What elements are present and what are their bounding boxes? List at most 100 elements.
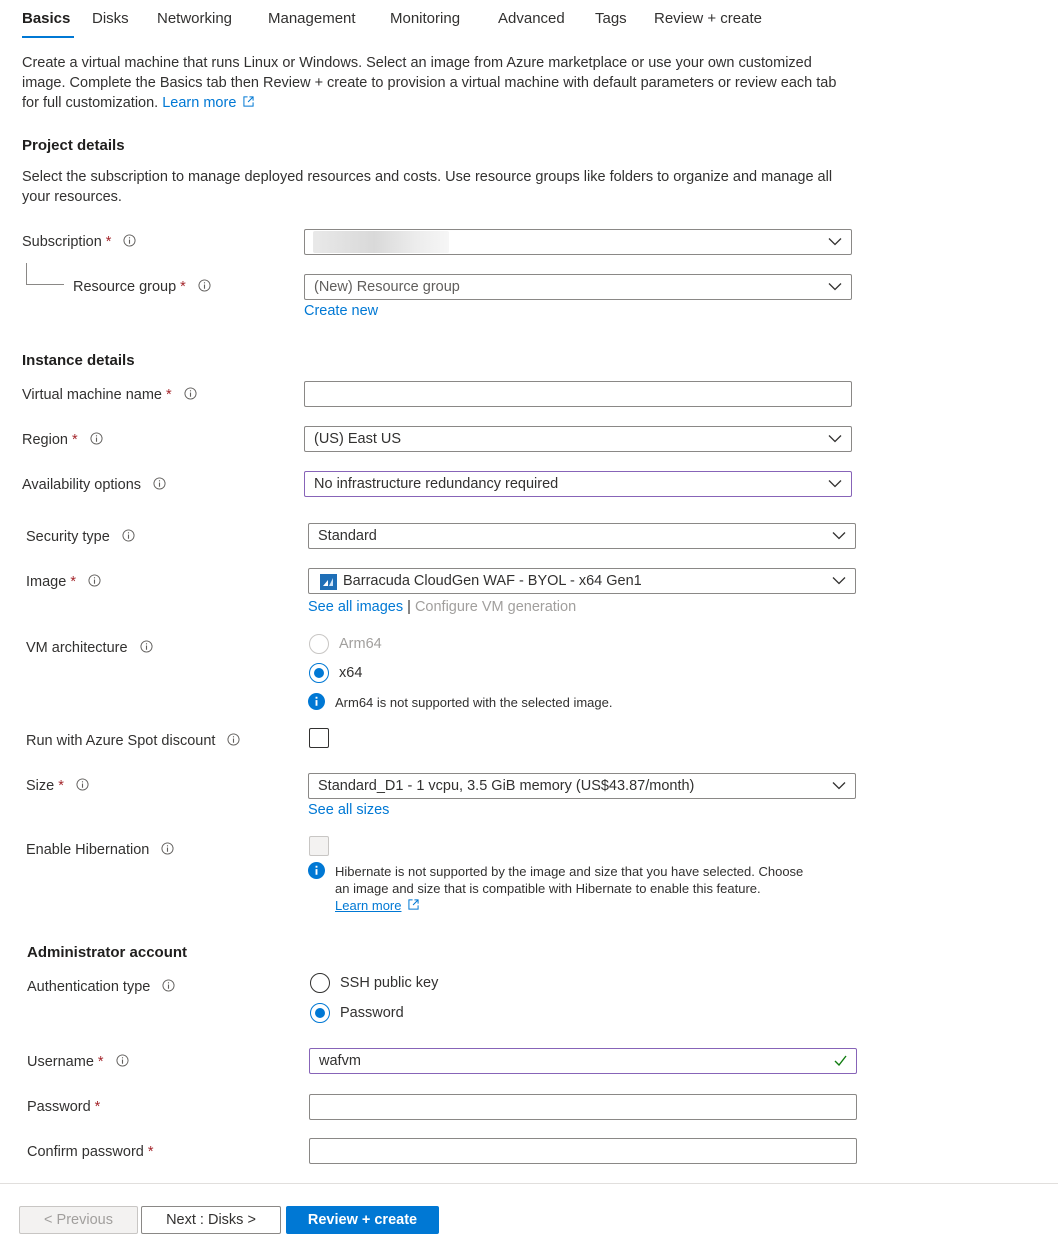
hibernation-checkbox (309, 836, 329, 856)
info-icon[interactable] (76, 778, 89, 791)
tree-connector-horizontal (26, 284, 64, 285)
required-marker: * (71, 432, 78, 448)
size-label-text: Size (26, 778, 55, 794)
chevron-down-icon (828, 435, 842, 443)
authentication-type-label: Authentication type (27, 979, 175, 995)
username-input[interactable]: wafvm (309, 1048, 857, 1074)
project-details-heading: Project details (22, 137, 125, 154)
security-type-dropdown[interactable]: Standard (308, 523, 856, 549)
availability-options-dropdown[interactable]: No infrastructure redundancy required (304, 471, 852, 497)
confirm-password-label: Confirm password * (27, 1144, 154, 1160)
tab-basics[interactable]: Basics (22, 10, 70, 27)
tab-review-create[interactable]: Review + create (654, 10, 762, 27)
redacted-subscription-value (313, 231, 449, 253)
resource-group-dropdown[interactable]: (New) Resource group (304, 274, 852, 300)
arm64-radio-label: Arm64 (339, 636, 382, 652)
info-icon[interactable] (116, 1054, 129, 1067)
info-icon[interactable] (198, 279, 211, 292)
spot-discount-label: Run with Azure Spot discount (26, 733, 240, 749)
info-icon[interactable] (153, 477, 166, 490)
hibernation-label: Enable Hibernation (26, 842, 174, 858)
image-value: Barracuda CloudGen WAF - BYOL - x64 Gen1 (343, 573, 642, 589)
arch-note: Arm64 is not supported with the selected… (335, 695, 613, 710)
vm-name-label-text: Virtual machine name (22, 387, 162, 403)
configure-vm-generation-link: Configure VM generation (414, 599, 577, 615)
tab-management[interactable]: Management (268, 10, 356, 27)
learn-more-link[interactable]: Learn more (162, 95, 236, 111)
password-input[interactable] (309, 1094, 857, 1120)
hibernation-learn-more-link[interactable]: Learn more (335, 898, 401, 913)
create-new-resource-group-link[interactable]: Create new (304, 303, 378, 319)
tab-networking[interactable]: Networking (157, 10, 232, 27)
x64-radio[interactable] (309, 663, 329, 683)
vm-name-label: Virtual machine name * (22, 387, 197, 403)
active-tab-indicator (22, 36, 74, 38)
required-marker: * (180, 279, 186, 295)
required-marker: * (70, 574, 76, 590)
info-icon[interactable] (161, 842, 174, 855)
region-dropdown[interactable]: (US) East US (304, 426, 852, 452)
confirm-password-input[interactable] (309, 1138, 857, 1164)
link-separator: | (407, 599, 411, 615)
required-marker: * (147, 1144, 154, 1160)
see-all-sizes-link[interactable]: See all sizes (308, 802, 389, 818)
tab-disks[interactable]: Disks (92, 10, 129, 27)
resource-group-label-text: Resource group (73, 279, 177, 295)
info-filled-icon (308, 862, 325, 879)
project-desc-line-1: Select the subscription to manage deploy… (22, 169, 833, 185)
info-icon[interactable] (123, 234, 137, 247)
next-disks-button[interactable]: Next : Disks > (141, 1206, 281, 1234)
x64-radio-label: x64 (339, 665, 363, 681)
info-icon[interactable] (88, 574, 101, 587)
auth-label-text: Authentication type (27, 979, 151, 995)
review-create-button[interactable]: Review + create (286, 1206, 439, 1234)
image-links: See all images | Configure VM generation (308, 599, 576, 615)
size-value: Standard_D1 - 1 vcpu, 3.5 GiB memory (US… (318, 778, 695, 794)
info-filled-icon (308, 693, 325, 710)
hibernation-note: Hibernate is not supported by the image … (335, 863, 835, 914)
intro-text: Create a virtual machine that runs Linux… (22, 53, 862, 113)
hibernation-note-line-1: Hibernate is not supported by the image … (335, 864, 804, 879)
see-all-images-link[interactable]: See all images (308, 599, 403, 615)
hibernation-label-text: Enable Hibernation (26, 842, 150, 858)
administrator-account-heading: Administrator account (27, 944, 188, 961)
arm64-radio (309, 634, 329, 654)
info-icon[interactable] (184, 387, 197, 400)
vm-name-input[interactable] (304, 381, 852, 407)
ssh-public-key-radio-label: SSH public key (340, 975, 439, 991)
required-marker: * (97, 1054, 104, 1070)
tab-monitoring[interactable]: Monitoring (390, 10, 460, 27)
security-type-label: Security type (26, 529, 135, 545)
vm-architecture-label: VM architecture (26, 640, 153, 656)
chevron-down-icon (828, 238, 842, 246)
info-icon[interactable] (140, 640, 153, 653)
spot-discount-checkbox[interactable] (309, 728, 329, 748)
vm-architecture-label-text: VM architecture (26, 640, 128, 656)
chevron-down-icon (832, 532, 846, 540)
required-marker: * (94, 1099, 101, 1115)
tab-bar: Basics Disks Networking Management Monit… (0, 0, 1058, 40)
image-dropdown[interactable]: Barracuda CloudGen WAF - BYOL - x64 Gen1 (308, 568, 856, 594)
password-radio[interactable] (310, 1003, 330, 1023)
project-details-desc: Select the subscription to manage deploy… (22, 167, 862, 207)
tab-advanced[interactable]: Advanced (498, 10, 565, 27)
info-icon[interactable] (162, 979, 175, 992)
intro-line-3: for full customization. Learn more (22, 93, 862, 113)
tab-tags[interactable]: Tags (595, 10, 627, 27)
required-marker: * (58, 778, 64, 794)
info-icon[interactable] (122, 529, 135, 542)
security-label-text: Security type (26, 529, 110, 545)
subscription-dropdown[interactable] (304, 229, 852, 255)
info-icon[interactable] (90, 432, 103, 445)
required-marker: * (105, 234, 112, 250)
image-label-text: Image (26, 574, 67, 590)
size-dropdown[interactable]: Standard_D1 - 1 vcpu, 3.5 GiB memory (US… (308, 773, 856, 799)
barracuda-logo-icon (320, 574, 337, 590)
ssh-public-key-radio[interactable] (310, 973, 330, 993)
intro-line-1: Create a virtual machine that runs Linux… (22, 55, 812, 71)
region-label-text: Region (22, 432, 68, 448)
password-label-text: Password (27, 1099, 91, 1115)
username-value: wafvm (319, 1053, 361, 1069)
info-icon[interactable] (227, 733, 240, 746)
region-label: Region * (22, 432, 103, 448)
